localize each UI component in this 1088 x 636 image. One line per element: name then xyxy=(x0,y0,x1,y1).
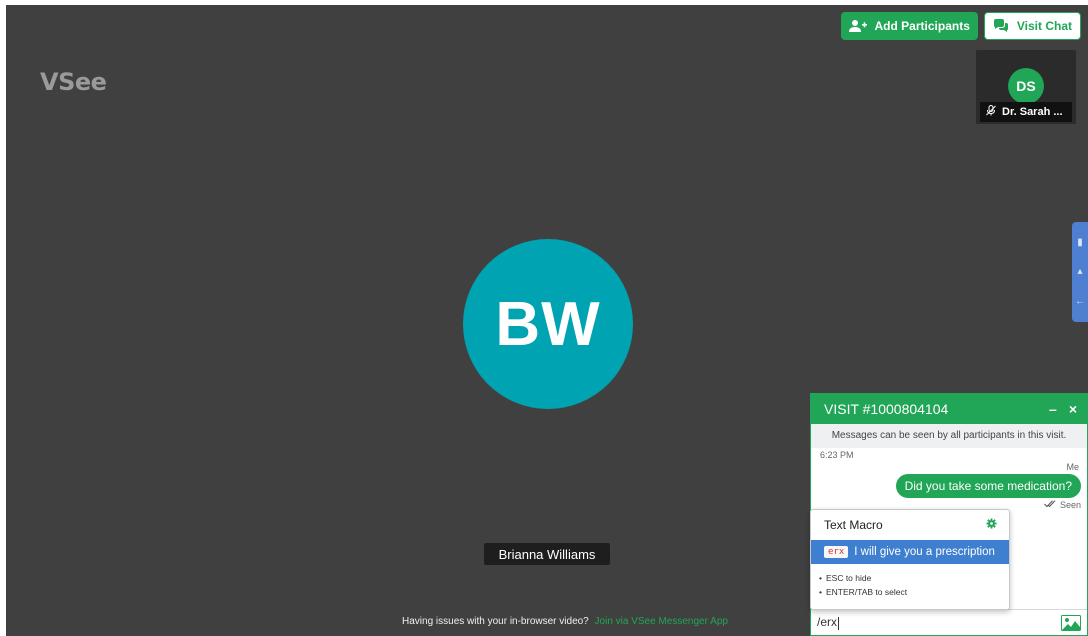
message-bubble: Did you take some medication? xyxy=(895,474,1081,498)
close-icon[interactable]: × xyxy=(1069,401,1077,417)
macro-text: I will give you a prescription xyxy=(854,546,995,558)
book-icon[interactable]: ▮ xyxy=(1077,237,1083,248)
text-macro-header: Text Macro xyxy=(811,510,1009,540)
macro-hints: ESC to hide ENTER/TAB to select xyxy=(811,564,1009,599)
vsee-logo: VSee xyxy=(40,68,107,96)
add-participants-button[interactable]: Add Participants xyxy=(840,12,978,40)
macro-hint: ESC to hide xyxy=(819,571,1009,585)
visit-chat-button[interactable]: Visit Chat xyxy=(983,12,1081,40)
self-name-bar: Dr. Sarah ... xyxy=(980,102,1072,122)
visit-chat-label: Visit Chat xyxy=(1016,19,1072,33)
chat-header: VISIT #1000804104 – × xyxy=(811,394,1087,424)
minimize-icon[interactable]: – xyxy=(1049,401,1057,417)
self-avatar: DS xyxy=(1008,68,1044,104)
text-macro-title: Text Macro xyxy=(824,518,883,532)
macro-code: erx xyxy=(824,546,849,558)
thumbs-icon[interactable]: ▴ xyxy=(1077,266,1082,277)
mic-muted-icon xyxy=(986,105,996,119)
image-icon[interactable] xyxy=(1061,614,1081,631)
self-name: Dr. Sarah ... xyxy=(1002,106,1063,118)
read-status: Seen xyxy=(1059,500,1081,510)
video-help-note: Having issues with your in-browser video… xyxy=(402,616,728,627)
add-user-icon xyxy=(848,19,867,33)
chat-bubbles-icon xyxy=(993,19,1009,33)
side-toolbar: ▮ ▴ ← xyxy=(1072,222,1088,322)
join-via-app-link[interactable]: Join via VSee Messenger App xyxy=(595,616,728,627)
message-row: Did you take some medication? xyxy=(811,474,1087,498)
gear-icon[interactable] xyxy=(986,518,997,532)
top-action-bar: Add Participants Visit Chat xyxy=(840,12,1081,40)
message-sender: Me xyxy=(1066,462,1079,472)
video-help-text: Having issues with your in-browser video… xyxy=(402,616,589,627)
add-participants-label: Add Participants xyxy=(874,19,970,33)
macro-option-erx[interactable]: erx I will give you a prescription xyxy=(811,540,1009,564)
participant-name-tag: Brianna Williams xyxy=(484,543,610,565)
text-macro-popup: Text Macro erx I will give you a prescri… xyxy=(810,509,1010,610)
chat-window-controls: – × xyxy=(1049,401,1077,417)
macro-hint: ENTER/TAB to select xyxy=(819,585,1009,599)
chat-visibility-notice: Messages can be seen by all participants… xyxy=(811,424,1087,448)
chat-title: VISIT #1000804104 xyxy=(824,401,949,417)
participant-avatar: BW xyxy=(463,239,633,409)
chat-input-value[interactable]: /erx xyxy=(817,615,1061,630)
arrow-left-icon[interactable]: ← xyxy=(1075,296,1085,307)
message-timestamp: 6:23 PM xyxy=(820,450,854,460)
chat-message-input[interactable]: /erx xyxy=(811,609,1087,635)
double-check-icon xyxy=(1044,500,1057,510)
self-video-tile[interactable]: DS Dr. Sarah ... xyxy=(976,50,1076,124)
